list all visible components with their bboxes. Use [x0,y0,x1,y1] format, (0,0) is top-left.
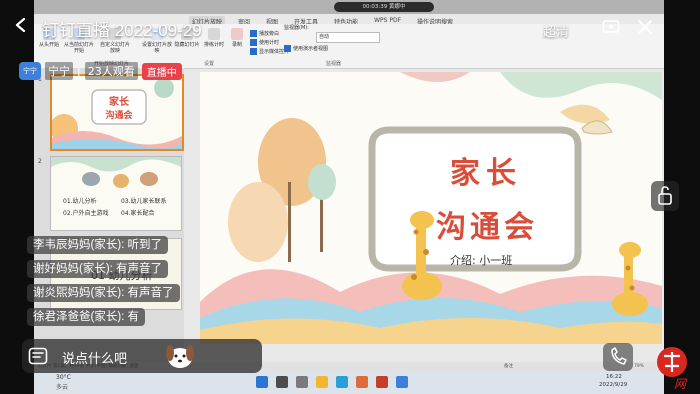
cast-screen-icon[interactable] [602,18,620,36]
search-icon[interactable] [276,376,288,388]
current-slide: 家长 沟通会 介绍: 小一班 [200,72,662,344]
record-button[interactable]: 录制 [228,28,246,48]
separator: | [77,64,81,78]
dingtalk-icon[interactable] [396,376,408,388]
clarity-selector[interactable]: 超清 [543,21,569,40]
message-list-icon[interactable] [28,347,48,365]
thumb-1-artwork: 家长 沟通会 [52,76,182,149]
shared-screen-ppt: 00:03:39 黄娜中 幻灯片放映 审阅 视图 开发工具 特色功能 WPS P… [34,0,664,394]
svg-text:04.家长配合: 04.家长配合 [121,209,155,217]
record-icon [231,28,243,40]
puppy-sticker-icon [166,345,194,368]
host-info-bar: 宁宁 宁宁 | 23人观看 直播中 [19,62,182,80]
svg-text:02.户外自主游戏: 02.户外自主游戏 [63,209,109,217]
clock-date: 2022/9/29 [599,382,628,388]
windows-start-icon[interactable] [256,376,268,388]
notes-button[interactable]: 备注 [504,362,513,371]
file-explorer-icon[interactable] [316,376,328,388]
chat-comment: 李韦辰妈妈(家长): 听到了 [27,236,169,254]
thumb-1-title: 家长 [109,95,130,108]
screen-lock-button[interactable] [651,181,679,211]
rehearse-timings-button[interactable]: 排练计时 [202,28,226,48]
back-arrow-icon[interactable] [14,18,28,32]
chat-comment: 徐君泽爸爸(家长): 有 [27,308,146,326]
avatar[interactable]: 宁宁 [19,62,41,80]
thumb-number: 2 [38,158,42,165]
link-mic-button[interactable] [603,343,633,371]
slide-title-line1: 家长 [450,156,522,191]
group-monitor-label: 监视器 [326,61,342,67]
zoom-level[interactable]: 79% [634,362,644,371]
weather-desc: 多云 [56,384,69,391]
live-stream-viewer: 00:03:39 黄娜中 幻灯片放映 审阅 视图 开发工具 特色功能 WPS P… [0,0,700,394]
host-name: 宁宁 [45,62,73,80]
site-watermark-logo: 网 [657,347,688,391]
narration-checkbox[interactable]: 播放旁白 [250,30,279,37]
svg-text:沟通会: 沟通会 [105,109,133,121]
presenter-view-checkbox[interactable]: 使用演示者视图 [284,45,328,52]
svg-text:网: 网 [674,377,688,391]
close-icon[interactable] [636,18,654,36]
slide-artwork [200,72,662,344]
windows-taskbar: 30°C 多云 16:22 2022/9/29 [34,371,664,394]
svg-text:01.幼儿分析: 01.幼儿分析 [63,197,97,205]
slide-intro: 介绍: 小一班 [450,254,513,267]
chat-input-bar[interactable]: 说点什么吧 [22,339,262,373]
thumb-2-artwork: 01.幼儿分析 03.幼儿家长联系 02.户外自主游戏 04.家长配合 [51,157,181,230]
group-setup-label: 设置 [204,61,215,67]
monitor-select[interactable]: 自动 [316,32,380,43]
edge-icon[interactable] [336,376,348,388]
chat-comment: 谢好妈妈(家长): 有声音了 [27,260,169,278]
slide-thumbnail-1[interactable]: 家长 沟通会 [50,74,184,151]
timer-icon [208,28,220,40]
monitor-label: 监视器(M): [284,25,309,31]
slide-thumbnail-2[interactable]: 01.幼儿分析 03.幼儿家长联系 02.户外自主游戏 04.家长配合 [50,156,182,231]
task-view-icon[interactable] [296,376,308,388]
stream-title: 钉钉直播 2022-09-29 [42,21,202,40]
chat-input-placeholder: 说点什么吧 [62,351,128,366]
phone-icon [611,347,627,365]
lock-icon [658,186,672,205]
clock-time: 16:22 [606,374,622,380]
slide-title-line2: 沟通会 [436,210,538,245]
live-status-badge: 直播中 [141,62,182,80]
chat-comment: 谢炎煕妈妈(家长): 有声音了 [27,284,180,302]
app-icon[interactable] [356,376,368,388]
powerpoint-icon[interactable] [376,376,388,388]
timings-checkbox[interactable]: 使用计时 [250,39,279,46]
svg-text:03.幼儿家长联系: 03.幼儿家长联系 [121,197,167,205]
viewer-count[interactable]: 23人观看 [84,62,138,80]
recording-indicator: 00:03:39 黄娜中 [334,2,434,12]
weather-temp: 30°C [56,374,71,381]
letterbox-left [0,0,34,394]
